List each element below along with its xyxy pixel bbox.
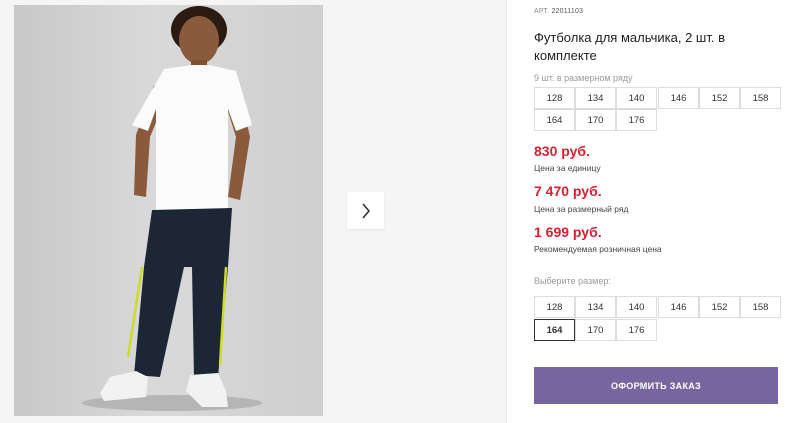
choose-size-label: Выберите размер: [534, 276, 611, 286]
product-photo[interactable] [14, 5, 323, 416]
size-row-cell: 176 [616, 109, 657, 131]
boy-model-image [82, 6, 262, 411]
product-title: Футболка для мальчика, 2 шт. в комплекте [534, 30, 725, 63]
size-option[interactable]: 128 [534, 296, 575, 318]
row-price-note: Цена за размерный ряд [534, 204, 629, 214]
retail-price: 1 699 руб. [534, 224, 602, 240]
size-row-cell: 170 [575, 109, 616, 131]
unit-price-note: Цена за единицу [534, 163, 601, 173]
size-option[interactable]: 146 [658, 296, 699, 318]
chevron-right-icon [361, 202, 370, 219]
next-image-button[interactable] [347, 192, 384, 229]
size-option[interactable]: 176 [616, 319, 657, 341]
size-option[interactable]: 170 [575, 319, 616, 341]
size-row-label: 9 шт. в размерном ряду [534, 73, 633, 83]
size-option[interactable]: 152 [699, 296, 740, 318]
size-row-cell: 158 [740, 87, 781, 109]
size-row-cell: 164 [534, 109, 575, 131]
size-row-cell: 146 [658, 87, 699, 109]
size-option[interactable]: 158 [740, 296, 781, 318]
size-option-selected[interactable]: 164 [534, 319, 575, 341]
size-row-cell: 134 [575, 87, 616, 109]
size-row-cell: 152 [699, 87, 740, 109]
product-gallery [0, 0, 507, 423]
retail-price-note: Рекомендуемая розничная цена [534, 244, 662, 254]
article-value: 22011103 [551, 8, 584, 15]
size-option[interactable]: 134 [575, 296, 616, 318]
place-order-button[interactable]: ОФОРМИТЬ ЗАКАЗ [534, 367, 778, 404]
size-row-cell: 140 [616, 87, 657, 109]
article-label: АРТ. [534, 8, 550, 15]
size-row-cell: 128 [534, 87, 575, 109]
article-number: АРТ. 22011103 [534, 8, 583, 15]
size-option[interactable]: 140 [616, 296, 657, 318]
row-price: 7 470 руб. [534, 183, 602, 199]
unit-price: 830 руб. [534, 143, 590, 159]
